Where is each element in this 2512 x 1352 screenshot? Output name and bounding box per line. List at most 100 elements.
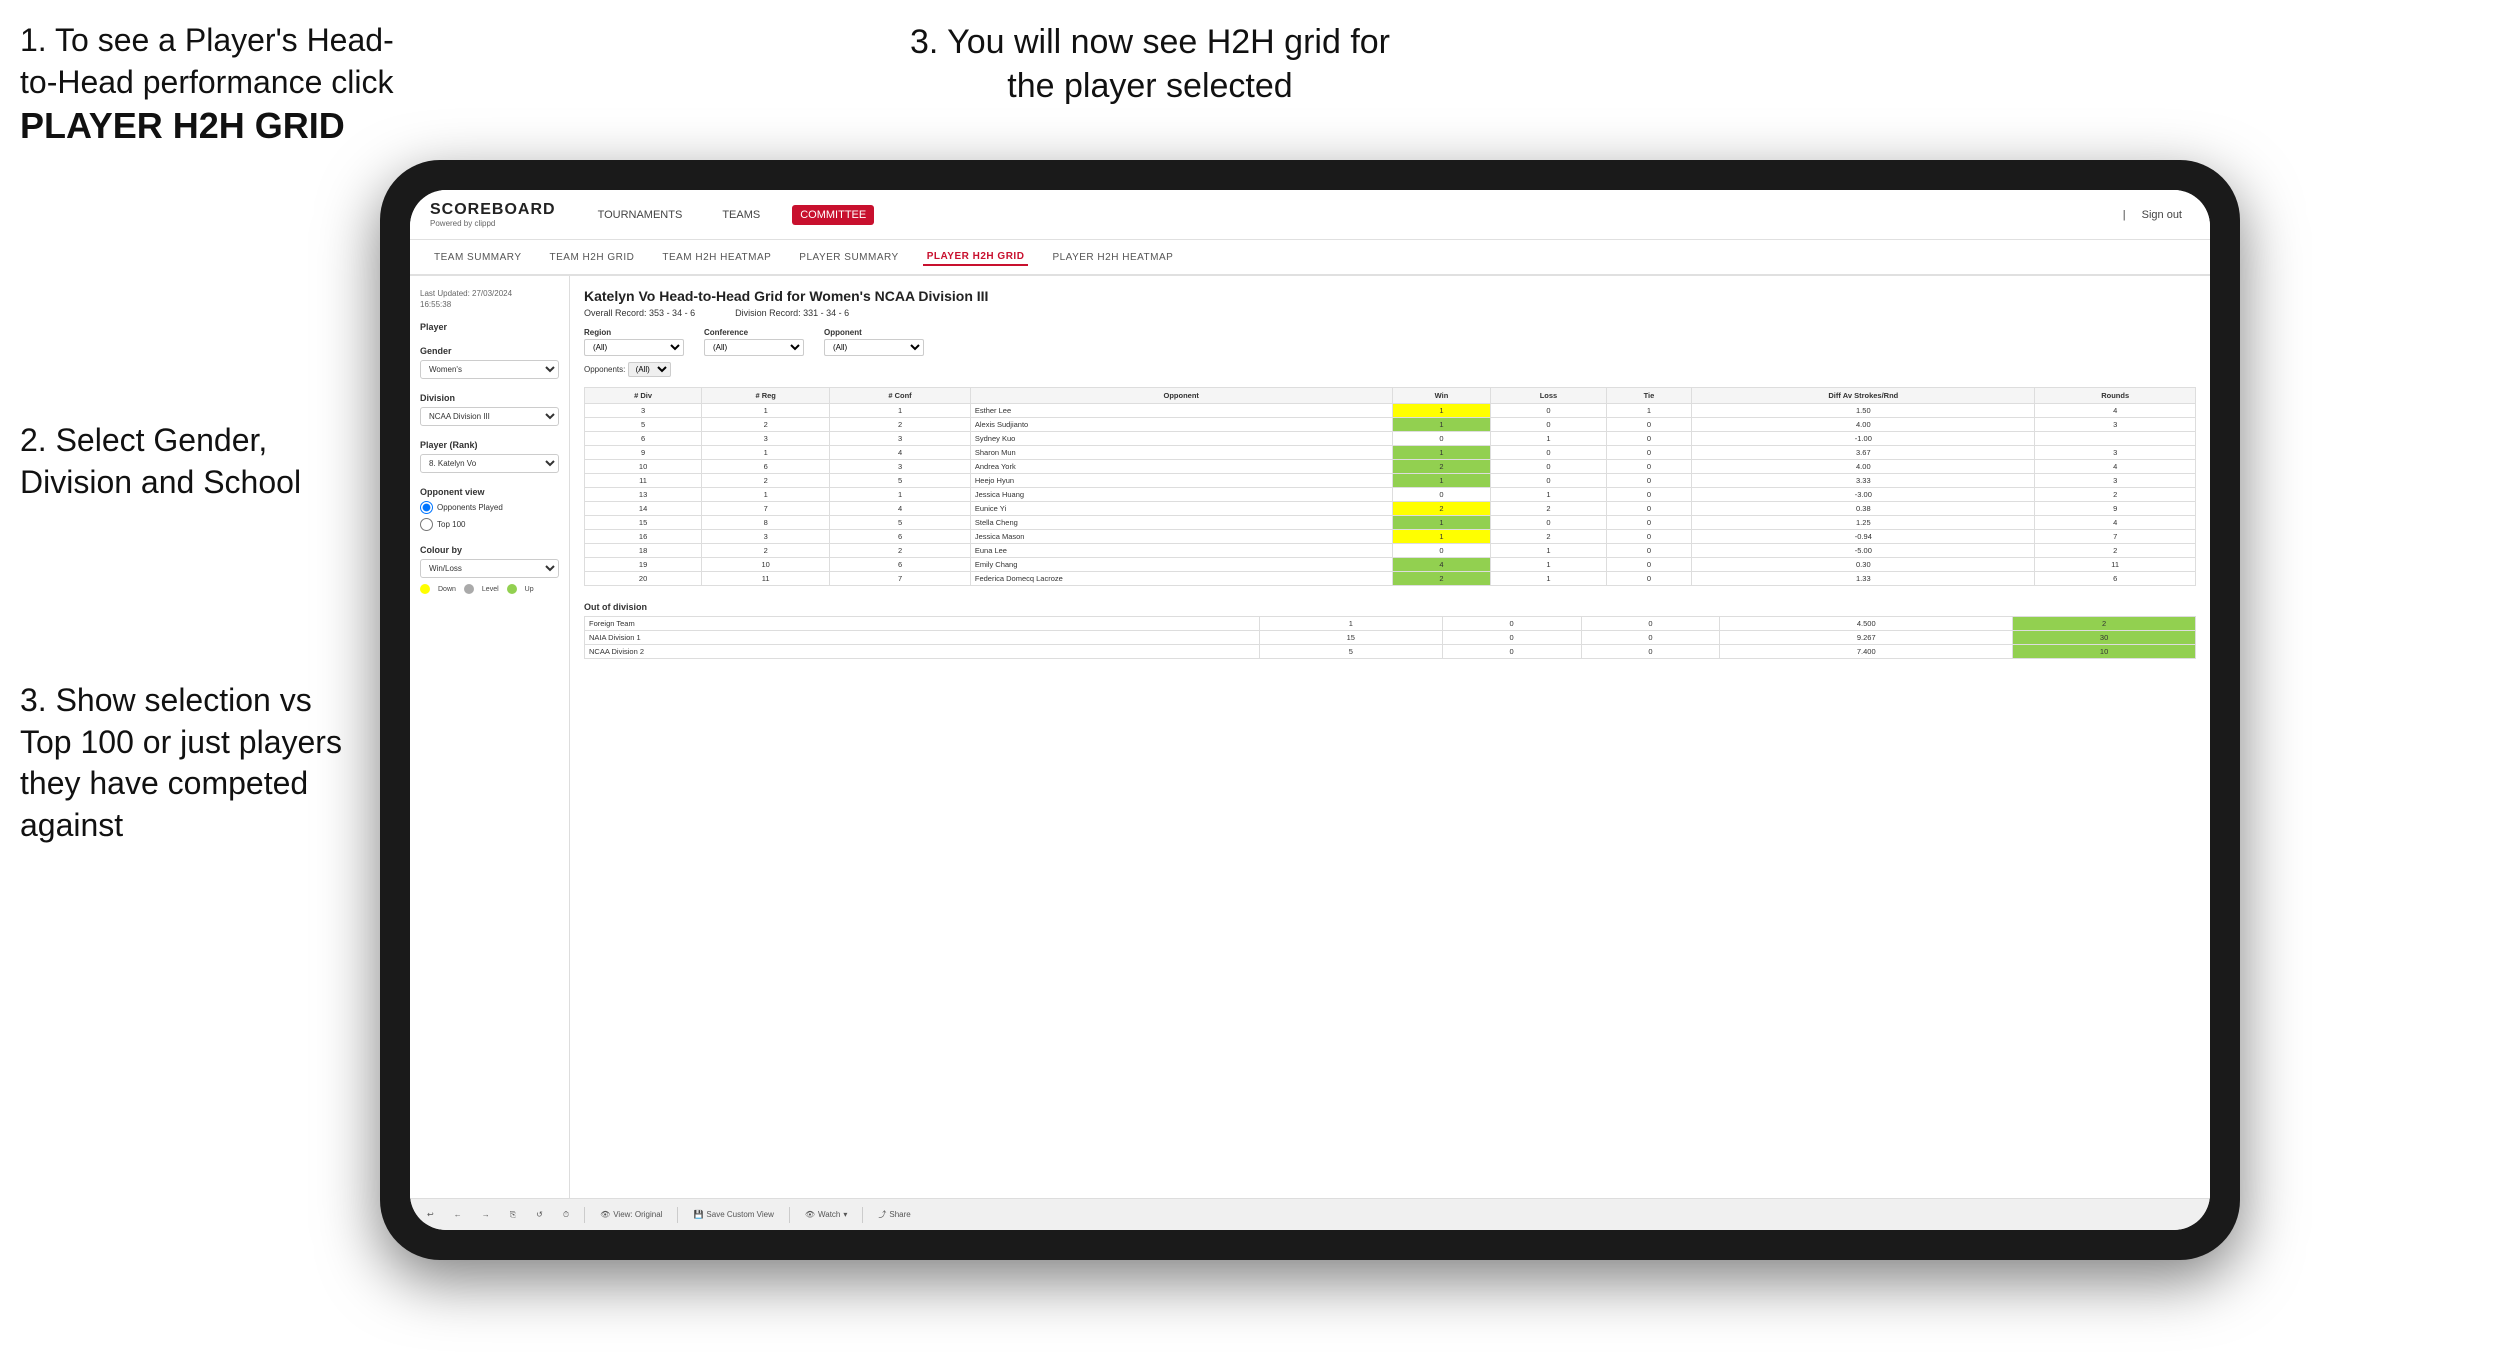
nav-right: | Sign out bbox=[2123, 205, 2190, 225]
grid-title: Katelyn Vo Head-to-Head Grid for Women's… bbox=[584, 288, 2196, 304]
player-rank-select[interactable]: 8. Katelyn Vo bbox=[420, 454, 559, 473]
colour-section: Colour by Win/Loss Down Level Up bbox=[420, 545, 559, 594]
sub-nav-player-summary[interactable]: PLAYER SUMMARY bbox=[795, 250, 902, 265]
cell-div: 6 bbox=[585, 432, 702, 446]
opponents-filter-select[interactable]: (All) bbox=[628, 362, 671, 377]
gender-label: Gender bbox=[420, 346, 559, 356]
radio-top100-input[interactable] bbox=[420, 518, 433, 531]
instruction-text-bottom: 3. Show selection vs Top 100 or just pla… bbox=[20, 682, 342, 843]
cell-rounds: 4 bbox=[2035, 460, 2196, 474]
gender-select[interactable]: Women's Men's bbox=[420, 360, 559, 379]
cell-win: 0 bbox=[1392, 488, 1491, 502]
th-diff: Diff Av Strokes/Rnd bbox=[1692, 388, 2035, 404]
cell-conf: 3 bbox=[830, 460, 971, 474]
cell-reg: 11 bbox=[702, 572, 830, 586]
cell-rounds: 11 bbox=[2035, 558, 2196, 572]
cell-opponent: Jessica Huang bbox=[970, 488, 1392, 502]
legend-down-dot bbox=[420, 584, 430, 594]
sub-nav-team-summary[interactable]: TEAM SUMMARY bbox=[430, 250, 526, 265]
undo-btn[interactable]: ↩ bbox=[422, 1208, 439, 1221]
instruction-mid-left: 2. Select Gender, Division and School bbox=[20, 420, 360, 503]
ood-table-row: NAIA Division 1 15 0 0 9.267 30 bbox=[585, 631, 2196, 645]
sub-nav-player-h2h[interactable]: PLAYER H2H GRID bbox=[923, 249, 1029, 266]
ood-cell-win: 5 bbox=[1259, 645, 1442, 659]
sub-nav-team-h2h[interactable]: TEAM H2H GRID bbox=[546, 250, 639, 265]
ood-cell-loss: 0 bbox=[1442, 617, 1581, 631]
cell-tie: 0 bbox=[1606, 544, 1692, 558]
copy-btn[interactable]: ⎘ bbox=[505, 1208, 521, 1222]
instruction-text-top-right: 3. You will now see H2H grid for the pla… bbox=[910, 23, 1390, 105]
division-record: Division Record: 331 - 34 - 6 bbox=[735, 308, 849, 318]
nav-committee[interactable]: COMMITTEE bbox=[792, 205, 874, 225]
nav-tournaments[interactable]: TOURNAMENTS bbox=[590, 205, 691, 225]
cell-reg: 1 bbox=[702, 488, 830, 502]
sub-nav-player-heatmap[interactable]: PLAYER H2H HEATMAP bbox=[1048, 250, 1177, 265]
nav-teams[interactable]: TEAMS bbox=[714, 205, 768, 225]
overall-record-value: 353 - 34 - 6 bbox=[649, 308, 695, 318]
ood-cell-loss: 0 bbox=[1442, 631, 1581, 645]
cell-div: 9 bbox=[585, 446, 702, 460]
cell-reg: 3 bbox=[702, 432, 830, 446]
cell-opponent: Euna Lee bbox=[970, 544, 1392, 558]
table-row: 9 1 4 Sharon Mun 1 0 0 3.67 3 bbox=[585, 446, 2196, 460]
back-btn[interactable]: ← bbox=[449, 1208, 467, 1221]
region-select[interactable]: (All) bbox=[584, 339, 684, 356]
watch-btn[interactable]: 👁 Watch ▾ bbox=[800, 1208, 853, 1221]
instruction-top-left: 1. To see a Player's Head-to-Head perfor… bbox=[20, 20, 400, 150]
cell-win: 1 bbox=[1392, 418, 1491, 432]
records-row: Overall Record: 353 - 34 - 6 Division Re… bbox=[584, 308, 2196, 318]
sign-out-btn[interactable]: Sign out bbox=[2134, 205, 2190, 225]
radio-opponents-played-input[interactable] bbox=[420, 501, 433, 514]
save-icon: 💾 bbox=[693, 1210, 703, 1219]
cell-loss: 0 bbox=[1491, 474, 1606, 488]
forward-btn[interactable]: → bbox=[477, 1208, 495, 1221]
cell-div: 10 bbox=[585, 460, 702, 474]
cell-diff: 1.50 bbox=[1692, 404, 2035, 418]
divider-1 bbox=[584, 1207, 585, 1223]
cell-diff: 0.38 bbox=[1692, 502, 2035, 516]
conference-select[interactable]: (All) bbox=[704, 339, 804, 356]
radio-top100[interactable]: Top 100 bbox=[420, 518, 559, 531]
last-updated: Last Updated: 27/03/2024 16:55:38 bbox=[420, 288, 559, 310]
cell-rounds: 4 bbox=[2035, 516, 2196, 530]
cell-win: 4 bbox=[1392, 558, 1491, 572]
cell-rounds: 7 bbox=[2035, 530, 2196, 544]
ood-cell-tie: 0 bbox=[1581, 631, 1720, 645]
opponent-view-label: Opponent view bbox=[420, 487, 559, 497]
opponent-select[interactable]: (All) bbox=[824, 339, 924, 356]
save-custom-btn[interactable]: 💾 Save Custom View bbox=[688, 1208, 778, 1221]
cell-tie: 0 bbox=[1606, 432, 1692, 446]
radio-opponents-played[interactable]: Opponents Played bbox=[420, 501, 559, 514]
ood-table-row: NCAA Division 2 5 0 0 7.400 10 bbox=[585, 645, 2196, 659]
refresh-btn[interactable]: ↺ bbox=[531, 1208, 548, 1221]
ood-table-row: Foreign Team 1 0 0 4.500 2 bbox=[585, 617, 2196, 631]
division-select[interactable]: NCAA Division III NCAA Division I NCAA D… bbox=[420, 407, 559, 426]
view-original-btn[interactable]: 👁 View: Original bbox=[595, 1208, 667, 1221]
tablet-screen: SCOREBOARD Powered by clippd TOURNAMENTS… bbox=[410, 190, 2210, 1230]
cell-div: 20 bbox=[585, 572, 702, 586]
cell-conf: 4 bbox=[830, 502, 971, 516]
cell-rounds: 2 bbox=[2035, 544, 2196, 558]
out-of-division-table: Foreign Team 1 0 0 4.500 2 NAIA Division… bbox=[584, 616, 2196, 659]
cell-conf: 6 bbox=[830, 530, 971, 544]
cell-loss: 0 bbox=[1491, 446, 1606, 460]
last-updated-time: 16:55:38 bbox=[420, 300, 451, 309]
th-loss: Loss bbox=[1491, 388, 1606, 404]
share-btn[interactable]: ⤴ Share bbox=[873, 1207, 915, 1222]
cell-loss: 1 bbox=[1491, 558, 1606, 572]
logo-sub: Powered by clippd bbox=[430, 219, 556, 228]
cell-loss: 0 bbox=[1491, 460, 1606, 474]
cell-tie: 0 bbox=[1606, 488, 1692, 502]
cell-diff: 3.33 bbox=[1692, 474, 2035, 488]
colour-by-select[interactable]: Win/Loss bbox=[420, 559, 559, 578]
table-row: 13 1 1 Jessica Huang 0 1 0 -3.00 2 bbox=[585, 488, 2196, 502]
cell-reg: 2 bbox=[702, 474, 830, 488]
cell-rounds: 3 bbox=[2035, 446, 2196, 460]
cell-opponent: Andrea York bbox=[970, 460, 1392, 474]
sub-nav-team-heatmap[interactable]: TEAM H2H HEATMAP bbox=[658, 250, 775, 265]
ood-cell-label: NCAA Division 2 bbox=[585, 645, 1260, 659]
cell-tie: 0 bbox=[1606, 530, 1692, 544]
clock-btn[interactable]: ⏱ bbox=[558, 1208, 574, 1222]
division-record-value: 331 - 34 - 6 bbox=[803, 308, 849, 318]
cell-rounds: 6 bbox=[2035, 572, 2196, 586]
